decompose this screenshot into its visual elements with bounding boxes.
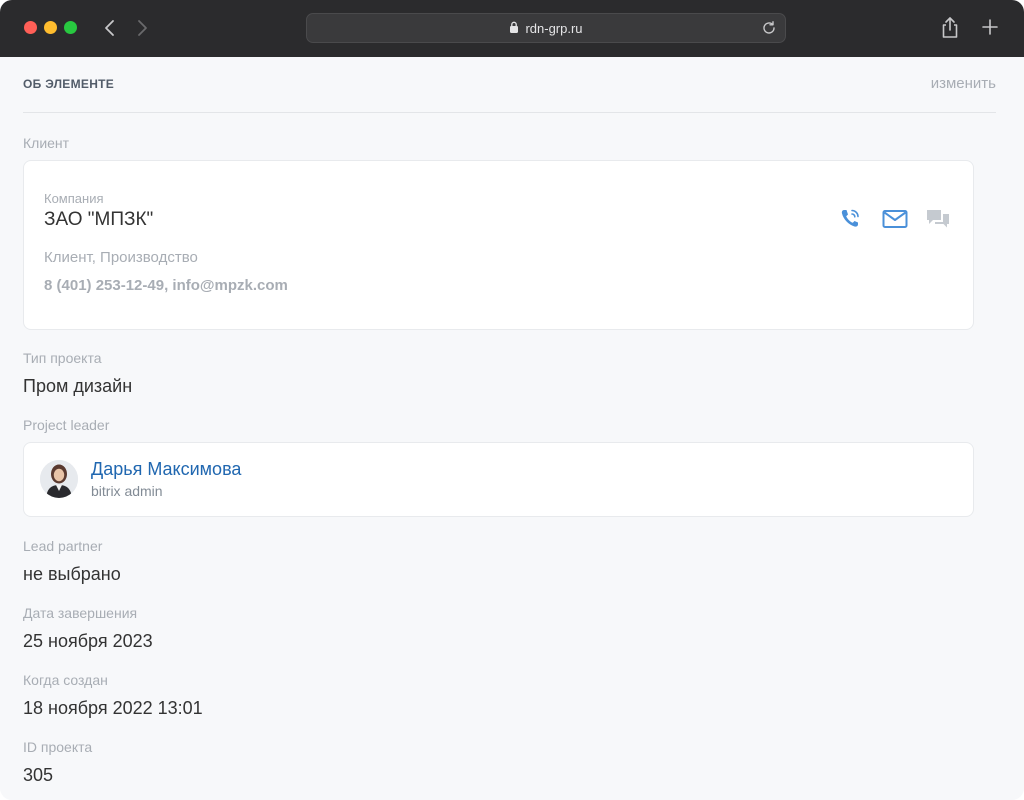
phone-icon[interactable] (838, 207, 864, 231)
client-card[interactable]: Компания ЗАО "МПЗК" Клиент, Производство… (23, 160, 974, 330)
url-text: rdn-grp.ru (525, 20, 583, 36)
end-date-value: 25 ноября 2023 (23, 631, 153, 651)
zoom-window-button[interactable] (64, 21, 77, 34)
section-header: ОБ ЭЛЕМЕНТЕ изменить (23, 75, 996, 113)
end-date-label: Дата завершения (23, 605, 138, 621)
lead-partner-label: Lead partner (23, 538, 103, 554)
lead-partner-value: не выбрано (23, 564, 121, 584)
project-id-value: 305 (23, 765, 54, 785)
reload-icon[interactable] (761, 20, 777, 36)
mail-icon[interactable] (882, 207, 908, 231)
browser-window: rdn-grp.ru ОБ ЭЛЕМЕНТЕ изменить Клиент К… (0, 0, 1024, 800)
page-content: ОБ ЭЛЕМЕНТЕ изменить Клиент Компания ЗАО… (0, 57, 1024, 800)
project-id-label: ID проекта (23, 739, 93, 755)
forward-arrow-icon[interactable] (130, 16, 154, 40)
lock-icon (509, 21, 519, 36)
minimize-window-button[interactable] (44, 21, 57, 34)
back-arrow-icon[interactable] (98, 16, 122, 40)
project-leader-card[interactable]: Дарья Максимова bitrix admin (23, 442, 974, 517)
company-label: Компания (44, 191, 104, 206)
chat-icon[interactable] (925, 207, 951, 231)
address-bar[interactable]: rdn-grp.ru (306, 13, 786, 43)
project-type-value: Пром дизайн (23, 376, 133, 396)
project-leader-label: Project leader (23, 417, 110, 433)
section-title: ОБ ЭЛЕМЕНТЕ (23, 77, 115, 91)
created-value: 18 ноября 2022 13:01 (23, 698, 203, 718)
project-leader-role: bitrix admin (91, 483, 163, 499)
share-icon[interactable] (940, 16, 960, 40)
client-label: Клиент (23, 135, 70, 151)
company-categories: Клиент, Производство (44, 249, 198, 266)
edit-link[interactable]: изменить (931, 75, 996, 92)
created-label: Когда создан (23, 672, 108, 688)
close-window-button[interactable] (24, 21, 37, 34)
project-type-label: Тип проекта (23, 350, 102, 366)
company-contacts: 8 (401) 253-12-49, info@mpzk.com (44, 277, 288, 294)
plus-icon[interactable] (980, 17, 1000, 37)
browser-titlebar: rdn-grp.ru (0, 0, 1024, 57)
project-leader-name[interactable]: Дарья Максимова (91, 459, 241, 480)
avatar (40, 460, 78, 498)
company-name[interactable]: ЗАО "МПЗК" (44, 209, 153, 231)
